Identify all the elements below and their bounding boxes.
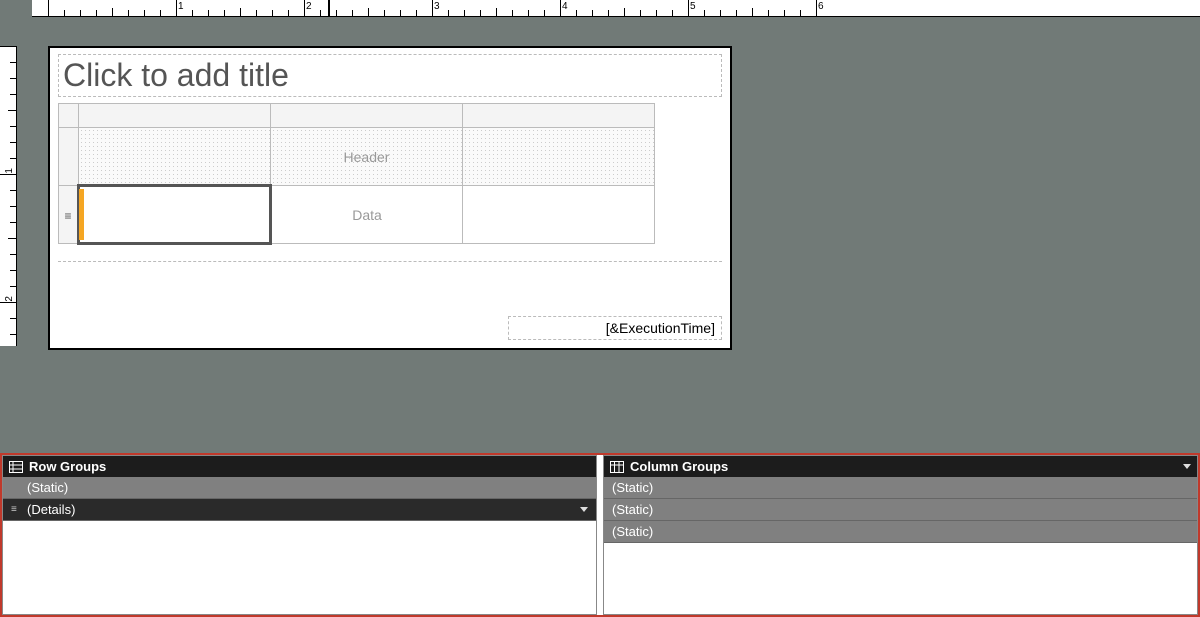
tablix-col-header-2[interactable]	[271, 104, 463, 128]
group-handle-icon: ≡	[11, 504, 21, 515]
tablix-row-handle-detail[interactable]: ≡	[59, 186, 79, 244]
tablix-data-cell-1-selected[interactable]	[79, 186, 271, 244]
report-page[interactable]: Click to add title Header ≡	[48, 46, 732, 350]
page-footer-separator	[58, 261, 722, 262]
row-groups-title: Row Groups	[29, 459, 106, 474]
row-groups-panel: Row Groups (Static) ≡ (Details)	[2, 455, 597, 615]
vertical-ruler: 12	[0, 46, 17, 346]
tablix-header-cell-3[interactable]	[463, 128, 655, 186]
column-group-item[interactable]: (Static)	[604, 521, 1197, 543]
group-menu-caret-icon[interactable]	[580, 507, 588, 512]
ruler-cursor-marker	[328, 0, 330, 16]
report-title-textbox[interactable]: Click to add title	[58, 54, 722, 97]
column-group-item[interactable]: (Static)	[604, 499, 1197, 521]
group-label: (Details)	[27, 502, 75, 517]
tablix[interactable]: Header ≡ Data	[58, 103, 655, 245]
tablix-header-cell-2[interactable]: Header	[271, 128, 463, 186]
horizontal-ruler: 123456	[32, 0, 1200, 17]
group-label: (Static)	[612, 502, 653, 517]
table-columns-icon	[610, 461, 624, 473]
column-groups-header[interactable]: Column Groups	[604, 456, 1197, 477]
column-groups-menu-caret-icon[interactable]	[1183, 464, 1191, 469]
tablix-col-header-3[interactable]	[463, 104, 655, 128]
tablix-col-header-1[interactable]	[79, 104, 271, 128]
row-group-item[interactable]: ≡ (Details)	[3, 499, 596, 521]
group-label: (Static)	[27, 480, 68, 495]
tablix-data-cell-3[interactable]	[463, 186, 655, 244]
detail-handle-icon: ≡	[64, 209, 71, 223]
row-groups-header[interactable]: Row Groups	[3, 456, 596, 477]
row-groups-list: (Static) ≡ (Details)	[3, 477, 596, 614]
column-groups-list: (Static) (Static) (Static)	[604, 477, 1197, 614]
tablix-row-handle-header[interactable]	[59, 128, 79, 186]
group-label: (Static)	[612, 524, 653, 539]
report-title-placeholder: Click to add title	[63, 57, 289, 93]
table-rows-icon	[9, 461, 23, 473]
tablix-corner[interactable]	[59, 104, 79, 128]
grouping-pane: Row Groups (Static) ≡ (Details) Column Gro…	[0, 453, 1200, 617]
tablix-header-cell-1[interactable]	[79, 128, 271, 186]
report-design-surface[interactable]: 123456 12 Click to add title Header	[0, 0, 1200, 453]
row-group-item[interactable]: (Static)	[3, 477, 596, 499]
tablix-data-cell-2[interactable]: Data	[271, 186, 463, 244]
column-groups-panel: Column Groups (Static) (Static) (Static)	[603, 455, 1198, 615]
column-group-item[interactable]: (Static)	[604, 477, 1197, 499]
group-label: (Static)	[612, 480, 653, 495]
column-groups-title: Column Groups	[630, 459, 728, 474]
execution-time-textbox[interactable]: [&ExecutionTime]	[508, 316, 722, 340]
